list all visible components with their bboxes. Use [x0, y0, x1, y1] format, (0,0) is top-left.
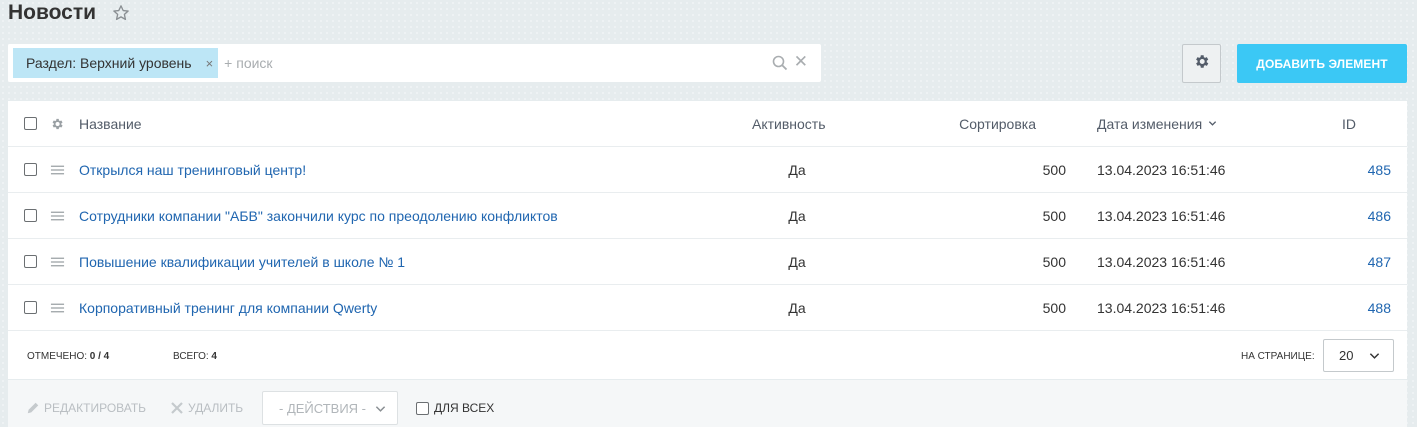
row-checkbox[interactable] — [24, 209, 37, 222]
column-header-id[interactable]: ID — [1308, 101, 1391, 146]
chevron-down-icon — [1369, 353, 1380, 359]
row-name-link[interactable]: Повышение квалификации учителей в школе … — [79, 239, 405, 284]
page-title-text: Новости — [8, 1, 97, 24]
selected-count-label: ОТМЕЧЕНО: — [27, 351, 87, 362]
close-icon — [171, 402, 183, 414]
column-settings-icon[interactable] — [50, 101, 64, 146]
chevron-down-icon — [375, 406, 386, 412]
total-count-label: ВСЕГО: — [173, 351, 209, 362]
row-sort: 500 — [1042, 161, 1066, 178]
grid-header: Название Активность Сортировка Дата изме… — [8, 101, 1407, 147]
row-sort: 500 — [1042, 207, 1066, 224]
for-all-label: ДЛЯ ВСЕХ — [434, 401, 495, 415]
row-active: Да — [788, 299, 806, 316]
per-page-value: 20 — [1339, 348, 1354, 363]
filter-bar[interactable]: Раздел: Верхний уровень × ✕ — [8, 44, 821, 82]
table-row[interactable]: Открылся наш тренинговый центр! Да 500 1… — [8, 147, 1407, 193]
gear-icon — [1193, 53, 1210, 75]
column-header-date[interactable]: Дата изменения — [1097, 101, 1217, 146]
clear-icon[interactable]: ✕ — [794, 53, 808, 71]
row-id-link[interactable]: 486 — [1308, 193, 1391, 238]
column-header-sort[interactable]: Сортировка — [948, 101, 1066, 146]
total-count: ВСЕГО: 4 — [173, 351, 217, 362]
delete-button-label: УДАЛИТЬ — [188, 401, 244, 415]
row-checkbox[interactable] — [24, 163, 37, 176]
row-date: 13.04.2023 16:51:46 — [1097, 299, 1226, 316]
grid-footer: ОТМЕЧЕНО: 0 / 4 ВСЕГО: 4 НА СТРАНИЦЕ: 20 — [8, 331, 1407, 379]
column-header-date-label: Дата изменения — [1097, 115, 1203, 132]
selected-count-value: 0 / 4 — [89, 351, 110, 362]
grid-settings-button[interactable] — [1182, 44, 1221, 83]
search-input[interactable] — [224, 55, 745, 71]
row-name-link[interactable]: Корпоративный тренинг для компании Qwert… — [79, 285, 377, 330]
row-id-link[interactable]: 488 — [1308, 285, 1391, 330]
per-page-select[interactable]: 20 — [1323, 339, 1394, 372]
search-icon[interactable] — [772, 55, 788, 71]
row-id-link[interactable]: 485 — [1308, 147, 1391, 192]
row-date: 13.04.2023 16:51:46 — [1097, 253, 1226, 270]
filter-chip-label: Раздел: Верхний уровень — [26, 55, 192, 71]
actions-select-value: - ДЕЙСТВИЯ - — [279, 400, 367, 416]
news-grid: Название Активность Сортировка Дата изме… — [8, 101, 1407, 379]
table-row[interactable]: Сотрудники компании "АБВ" закончили курс… — [8, 193, 1407, 239]
for-all-toggle[interactable]: ДЛЯ ВСЕХ — [416, 401, 494, 415]
column-header-name[interactable]: Название — [79, 101, 142, 146]
add-element-button[interactable]: ДОБАВИТЬ ЭЛЕМЕНТ — [1237, 44, 1407, 83]
selected-count: ОТМЕЧЕНО: 0 / 4 — [27, 351, 109, 362]
actions-select[interactable]: - ДЕЙСТВИЯ - — [262, 391, 398, 425]
row-id-link[interactable]: 487 — [1308, 239, 1391, 284]
for-all-checkbox[interactable] — [416, 401, 429, 415]
drag-handle-icon[interactable] — [50, 147, 65, 192]
edit-button[interactable]: РЕДАКТИРОВАТЬ — [26, 401, 146, 415]
row-date: 13.04.2023 16:51:46 — [1097, 207, 1226, 224]
row-sort: 500 — [1042, 299, 1066, 316]
drag-handle-icon[interactable] — [50, 193, 65, 238]
table-row[interactable]: Корпоративный тренинг для компании Qwert… — [8, 285, 1407, 331]
star-icon[interactable] — [112, 4, 130, 22]
action-bar: РЕДАКТИРОВАТЬ УДАЛИТЬ - ДЕЙСТВИЯ - ДЛЯ В… — [8, 380, 1407, 427]
edit-button-label: РЕДАКТИРОВАТЬ — [44, 401, 147, 415]
filter-chip-section[interactable]: Раздел: Верхний уровень × — [13, 48, 219, 78]
row-active: Да — [788, 207, 806, 224]
row-active: Да — [788, 161, 806, 178]
table-row[interactable]: Повышение квалификации учителей в школе … — [8, 239, 1407, 285]
total-count-value: 4 — [211, 351, 217, 362]
row-name-link[interactable]: Сотрудники компании "АБВ" закончили курс… — [79, 193, 558, 238]
row-active: Да — [788, 253, 806, 270]
per-page-label: НА СТРАНИЦЕ: — [1241, 351, 1315, 362]
chip-close-icon[interactable]: × — [206, 56, 214, 71]
row-name-link[interactable]: Открылся наш тренинговый центр! — [79, 147, 306, 192]
drag-handle-icon[interactable] — [50, 285, 65, 330]
row-date: 13.04.2023 16:51:46 — [1097, 161, 1226, 178]
row-sort: 500 — [1042, 253, 1066, 270]
column-header-active[interactable]: Активность — [752, 101, 862, 146]
pencil-icon — [27, 402, 39, 414]
row-checkbox[interactable] — [24, 301, 37, 314]
delete-button[interactable]: УДАЛИТЬ — [170, 401, 243, 415]
page-title: Новости — [8, 1, 130, 25]
select-all-checkbox[interactable] — [24, 117, 37, 130]
drag-handle-icon[interactable] — [50, 239, 65, 284]
row-checkbox[interactable] — [24, 255, 37, 268]
chevron-down-icon — [1209, 121, 1217, 126]
